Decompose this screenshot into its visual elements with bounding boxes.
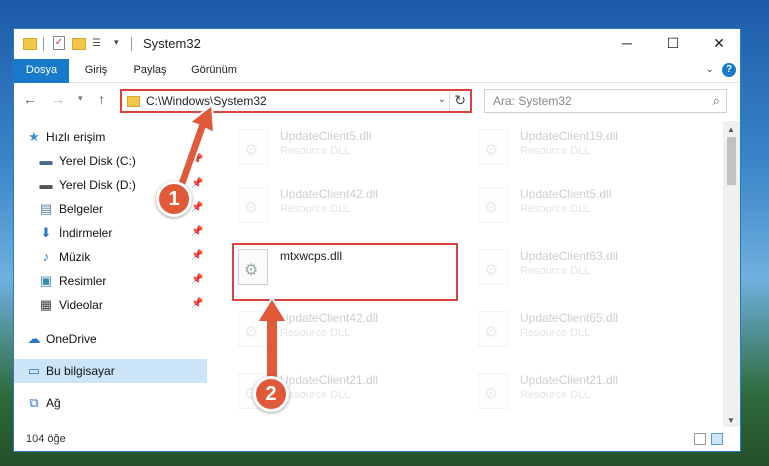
step-callout-2: 2 (253, 376, 289, 412)
step-callout-1: 1 (156, 181, 192, 217)
arrow-2 (255, 296, 289, 387)
annotation-arrows (170, 103, 289, 387)
